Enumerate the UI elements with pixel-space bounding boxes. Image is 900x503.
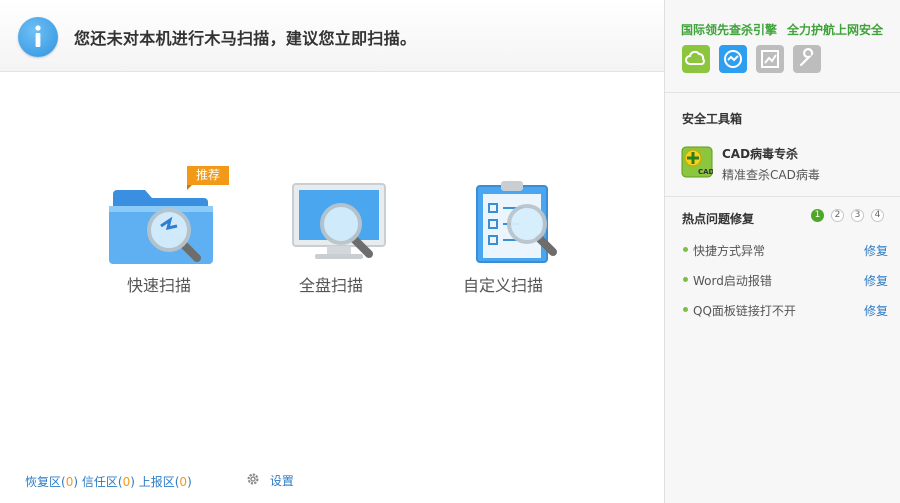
chart-engine-icon[interactable] bbox=[756, 45, 784, 73]
folder-magnifier-icon bbox=[109, 190, 213, 264]
cad-tool-desc: 精准查杀CAD病毒 bbox=[722, 168, 820, 182]
recommended-badge: 推荐 bbox=[187, 166, 229, 190]
bullet-icon bbox=[683, 277, 688, 282]
cad-tool-icon[interactable]: CAD bbox=[681, 146, 715, 178]
fix-button[interactable]: 修复 bbox=[864, 272, 888, 289]
custom-scan-button[interactable]: 自定义扫描 bbox=[433, 180, 573, 300]
page-dot-3[interactable]: 3 bbox=[851, 209, 864, 222]
bullet-icon bbox=[683, 247, 688, 252]
page-dot-4[interactable]: 4 bbox=[871, 209, 884, 222]
settings-label: 设置 bbox=[269, 474, 294, 488]
heuristic-engine-icon[interactable] bbox=[719, 45, 747, 73]
full-scan-label: 全盘扫描 bbox=[298, 276, 363, 295]
fix-item: 快捷方式异常 修复 bbox=[683, 242, 888, 260]
report-zone-link[interactable]: 上报区(0) bbox=[139, 475, 192, 489]
custom-scan-label: 自定义扫描 bbox=[462, 276, 543, 295]
quick-scan-button[interactable]: 快速扫描 bbox=[89, 180, 229, 300]
full-scan-button[interactable]: 全盘扫描 bbox=[261, 180, 401, 300]
fix-button[interactable]: 修复 bbox=[864, 242, 888, 259]
main-panel: 您还未对本机进行木马扫描，建议您立即扫描。 快速扫描 推荐 全盘扫描 自定义扫描… bbox=[0, 0, 664, 503]
status-header: 您还未对本机进行木马扫描，建议您立即扫描。 bbox=[0, 0, 664, 72]
page-dot-1[interactable]: 1 bbox=[811, 209, 824, 222]
fix-item: Word启动报错 修复 bbox=[683, 272, 888, 290]
page-dot-2[interactable]: 2 bbox=[831, 209, 844, 222]
svg-text:CAD: CAD bbox=[698, 168, 713, 176]
fix-button[interactable]: 修复 bbox=[864, 302, 888, 319]
sidebar-divider bbox=[665, 196, 900, 197]
info-icon bbox=[18, 17, 58, 57]
fix-item-text: QQ面板链接打不开 bbox=[693, 304, 796, 318]
quick-scan-label: 快速扫描 bbox=[126, 276, 191, 295]
bullet-icon bbox=[683, 307, 688, 312]
fix-item-text: 快捷方式异常 bbox=[693, 244, 766, 258]
cad-tool-name[interactable]: CAD病毒专杀 bbox=[722, 145, 798, 162]
clipboard-magnifier-icon bbox=[476, 181, 557, 263]
gear-icon bbox=[246, 473, 264, 489]
right-sidebar: 国际领先查杀引擎 全力护航上网安全 安全工具箱 CAD CAD病毒专杀 精准查杀C… bbox=[664, 0, 900, 503]
fix-item-text: Word启动报错 bbox=[693, 274, 772, 288]
toolbox-title: 安全工具箱 bbox=[682, 112, 743, 126]
sidebar-divider bbox=[665, 92, 900, 93]
trust-zone-link[interactable]: 信任区(0) bbox=[82, 475, 135, 489]
scan-reminder-message: 您还未对本机进行木马扫描，建议您立即扫描。 bbox=[74, 29, 417, 48]
fix-item: QQ面板链接打不开 修复 bbox=[683, 302, 888, 320]
hot-fix-title: 热点问题修复 bbox=[682, 212, 755, 226]
monitor-magnifier-icon bbox=[292, 183, 386, 259]
repair-engine-icon[interactable] bbox=[793, 45, 821, 73]
engine-slogan: 国际领先查杀引擎 全力护航上网安全 bbox=[681, 23, 884, 37]
quarantine-links: 恢复区(0) 信任区(0) 上报区(0) bbox=[25, 473, 192, 490]
cloud-engine-icon[interactable] bbox=[682, 45, 710, 73]
recovery-zone-link[interactable]: 恢复区(0) bbox=[25, 475, 78, 489]
settings-button[interactable]: 设置 bbox=[246, 472, 294, 489]
